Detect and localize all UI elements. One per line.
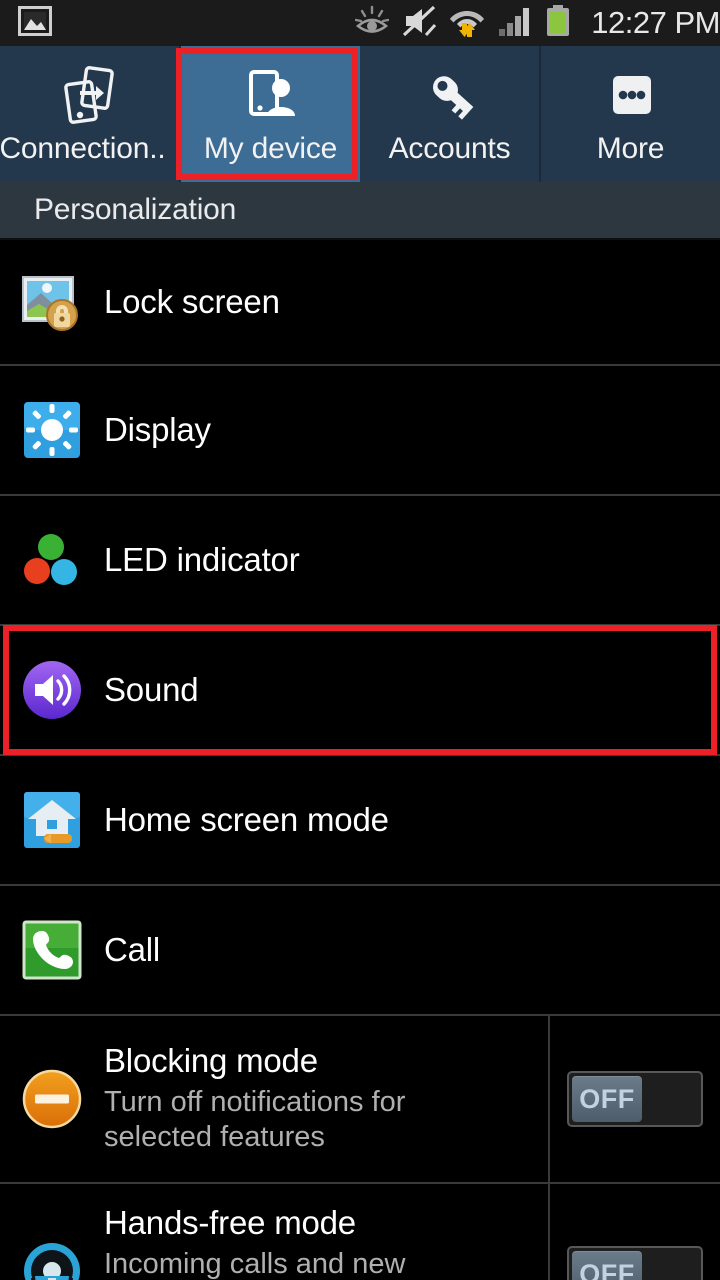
smart-stay-eye-icon <box>355 5 390 42</box>
call-phone-icon <box>0 920 104 980</box>
sound-muted-icon <box>402 5 437 42</box>
list-item-title: Blocking mode <box>104 1042 318 1080</box>
list-item-title: Display <box>104 410 211 448</box>
display-brightness-icon <box>0 400 104 460</box>
status-bar-clock: 12:27 PM <box>591 5 720 40</box>
status-bar: 12:27 PM <box>0 0 720 46</box>
tab-accounts[interactable]: Accounts <box>360 46 541 182</box>
cellular-signal-icon <box>498 5 532 42</box>
hands-free-steering-wheel-icon <box>0 1240 104 1280</box>
toggle-switch[interactable]: OFF <box>567 1071 703 1127</box>
toggle-thumb: OFF <box>572 1076 642 1122</box>
list-item-title: LED indicator <box>104 540 300 578</box>
accounts-key-icon <box>418 64 482 128</box>
section-header-personalization: Personalization <box>0 182 720 240</box>
blocking-mode-toggle[interactable]: OFF <box>548 1016 720 1182</box>
screenshot-image-icon <box>18 5 52 41</box>
tab-connections[interactable]: Connection.. <box>0 46 181 182</box>
list-item-display[interactable]: Display <box>0 366 720 496</box>
list-item-led-indicator[interactable]: LED indicator <box>0 496 720 626</box>
list-item-blocking-mode-text: Blocking mode Turn off notifications for… <box>104 1042 548 1156</box>
sound-speaker-icon <box>0 659 104 721</box>
toggle-state-label: OFF <box>579 1083 635 1114</box>
list-item-title: Sound <box>104 670 199 708</box>
tab-my-device-label: My device <box>203 132 338 165</box>
tab-accounts-label: Accounts <box>388 132 511 165</box>
list-item-subtitle: Incoming calls and new <box>104 1247 406 1280</box>
list-item-title: Hands-free mode <box>104 1203 356 1241</box>
list-item-title: Call <box>104 930 161 968</box>
wifi-data-transfer-icon <box>449 5 485 42</box>
more-dots-icon <box>599 64 663 128</box>
tab-connections-label: Connection.. <box>0 132 166 165</box>
tab-more-label: More <box>596 132 665 165</box>
list-item-blocking-mode[interactable]: Blocking mode Turn off notifications for… <box>0 1016 720 1184</box>
list-item-call-text: Call <box>104 931 720 970</box>
settings-tab-bar: Connection.. My device Accounts More <box>0 46 720 182</box>
toggle-state-label: OFF <box>579 1258 635 1280</box>
tab-more[interactable]: More <box>541 46 720 182</box>
list-item-hands-free-mode[interactable]: Hands-free mode Incoming calls and new O… <box>0 1184 720 1280</box>
section-header-label: Personalization <box>34 193 237 226</box>
led-indicator-icon <box>0 531 104 589</box>
list-item-call[interactable]: Call <box>0 886 720 1016</box>
settings-list: Lock screen Display LED indicator Sound … <box>0 240 720 1280</box>
list-item-sound[interactable]: Sound <box>0 626 720 756</box>
tab-my-device[interactable]: My device <box>181 46 360 182</box>
settings-screen: 12:27 PM Connection.. My device Accounts… <box>0 0 720 1280</box>
list-item-hands-free-mode-text: Hands-free mode Incoming calls and new <box>104 1204 548 1280</box>
connections-icon <box>58 64 122 128</box>
hands-free-mode-toggle[interactable]: OFF <box>548 1184 720 1280</box>
list-item-lock-screen-text: Lock screen <box>104 283 720 322</box>
lock-screen-icon <box>0 271 104 333</box>
my-device-icon <box>239 64 303 128</box>
list-item-title: Lock screen <box>104 282 280 320</box>
home-screen-mode-icon <box>0 790 104 850</box>
list-item-led-indicator-text: LED indicator <box>104 541 720 580</box>
list-item-subtitle: Turn off notifications for selected feat… <box>104 1086 406 1154</box>
blocking-mode-icon <box>0 1068 104 1130</box>
toggle-thumb: OFF <box>572 1251 642 1280</box>
list-item-lock-screen[interactable]: Lock screen <box>0 240 720 366</box>
status-bar-system-icons <box>355 4 585 42</box>
list-item-home-screen-mode-text: Home screen mode <box>104 801 720 840</box>
list-item-sound-text: Sound <box>104 671 720 710</box>
status-bar-notifications <box>0 5 355 41</box>
toggle-switch[interactable]: OFF <box>567 1246 703 1280</box>
battery-icon <box>545 4 571 42</box>
list-item-title: Home screen mode <box>104 800 389 838</box>
list-item-display-text: Display <box>104 411 720 450</box>
list-item-home-screen-mode[interactable]: Home screen mode <box>0 756 720 886</box>
